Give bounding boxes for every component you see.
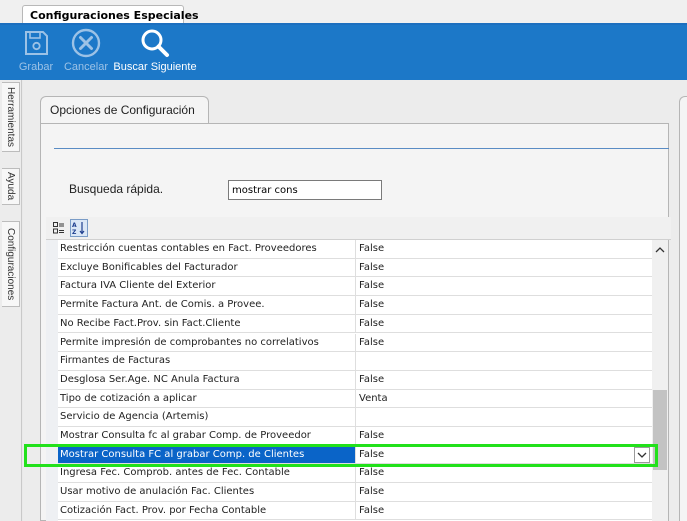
side-tab-herramientas[interactable]: Herramientas [2,82,20,152]
property-value-text: False [359,504,385,516]
property-value-text: False [359,261,385,273]
property-name: Permite Factura Ant. de Comis. a Provee. [58,296,356,314]
floppy-disk-icon [19,27,53,59]
selection-highlight-box [24,444,658,467]
property-name: Desglosa Ser.Age. NC Anula Factura [58,370,356,389]
divider [54,148,669,149]
property-name: Restricción cuentas contables en Fact. P… [58,240,356,258]
table-row[interactable]: Firmantes de Facturas [58,352,652,371]
property-name: Excluye Bonificables del Facturador [58,258,356,277]
side-tab-configuraciones[interactable]: Configuraciones [2,221,20,307]
table-row[interactable]: Permite Factura Ant. de Comis. a Provee.… [58,296,652,315]
scroll-up-icon[interactable] [655,246,665,254]
property-value[interactable]: False [356,502,652,520]
property-value[interactable] [356,352,652,370]
table-row[interactable]: Ingresa Fec. Comprob. antes de Fec. Cont… [58,464,652,484]
side-tab-bar: Herramientas Ayuda Configuraciones [0,80,22,521]
property-value-text: False [359,430,385,441]
table-row[interactable]: Factura IVA Cliente del Exterior False [58,277,652,297]
property-value[interactable]: False [356,427,652,445]
categorized-view-icon[interactable] [50,219,68,237]
property-name: Mostrar Consulta fc al grabar Comp. de P… [58,427,356,445]
property-name: Usar motivo de anulación Fac. Clientes [58,483,356,501]
tab-label: Configuraciones Especiales [30,8,199,22]
search-label: Busqueda rápida. [69,182,164,196]
buscar-siguiente-label: Buscar Siguiente [113,61,197,73]
property-value-text: False [359,317,385,329]
property-name: No Recibe Fact.Prov. sin Fact.Cliente [58,314,356,333]
property-grid: Restricción cuentas contables en Fact. P… [46,240,668,521]
table-row[interactable]: Mostrar Consulta fc al grabar Comp. de P… [58,427,652,446]
table-row[interactable]: Cotización Fact. Prov. por Fecha Contabl… [58,501,652,521]
property-value-text: False [359,467,385,479]
property-name: Factura IVA Cliente del Exterior [58,277,356,296]
property-value[interactable]: False [356,334,652,352]
side-tab-label: Ayuda [5,172,16,201]
property-value[interactable]: False [356,296,652,314]
buscar-siguiente-button[interactable]: Buscar Siguiente [112,25,198,80]
property-value-text: False [359,373,385,385]
ribbon-toolbar: Grabar Cancelar Buscar Siguiente [0,25,687,80]
property-name: Ingresa Fec. Comprob. antes de Fec. Cont… [58,464,356,483]
grabar-button[interactable]: Grabar [10,25,62,80]
side-tab-label: Herramientas [5,86,16,148]
magnifier-icon [138,27,172,59]
table-row[interactable]: Tipo de cotización a aplicar Venta [58,389,652,409]
property-name: Cotización Fact. Prov. por Fecha Contabl… [58,501,356,520]
busqueda-rapida-input[interactable] [228,180,382,200]
table-row[interactable]: Desglosa Ser.Age. NC Anula Factura False [58,370,652,390]
table-row[interactable]: Servicio de Agencia (Artemis) [58,408,652,427]
property-value[interactable]: Venta [356,390,652,408]
tab-configuraciones-especiales[interactable]: Configuraciones Especiales [22,5,199,24]
property-name: Firmantes de Facturas [58,352,356,370]
grid-scrollbar[interactable] [652,240,668,521]
table-row[interactable]: Restricción cuentas contables en Fact. P… [58,240,652,259]
property-value[interactable]: False [356,259,652,277]
svg-text:A: A [72,222,77,229]
property-value[interactable]: False [356,240,652,258]
property-value-text: False [359,243,385,254]
cancel-circle-icon [69,27,103,59]
property-name: Servicio de Agencia (Artemis) [58,408,356,426]
cancelar-label: Cancelar [63,61,109,73]
document-tab-strip: Configuraciones Especiales [0,0,687,25]
svg-text:Z: Z [72,229,77,235]
cancelar-button[interactable]: Cancelar [62,25,110,80]
property-value[interactable] [356,408,652,426]
property-value-text: False [359,486,385,498]
property-value[interactable]: False [356,277,652,295]
grabar-label: Grabar [18,61,54,73]
side-tab-ayuda[interactable]: Ayuda [2,168,20,205]
property-value-text: False [359,299,385,311]
property-value-text: Venta [359,392,388,404]
grid-gutter [46,240,58,521]
property-grid-toolbar: A Z [46,217,671,240]
property-value[interactable]: False [356,464,652,482]
tab-opciones-configuracion[interactable]: Opciones de Configuración [40,96,209,124]
property-value-text: False [359,280,385,292]
property-value[interactable]: False [356,371,652,389]
property-value-text: False [359,336,385,348]
table-row[interactable]: No Recibe Fact.Prov. sin Fact.Cliente Fal… [58,314,652,334]
table-row[interactable]: Excluye Bonificables del Facturador False [58,258,652,278]
sort-alphabetical-icon[interactable]: A Z [70,219,88,237]
property-value[interactable]: False [356,483,652,501]
table-row[interactable]: Usar motivo de anulación Fac. Clientes Fa… [58,483,652,502]
property-name: Tipo de cotización a aplicar [58,389,356,408]
property-value[interactable]: False [356,315,652,333]
property-name: Permite impresión de comprobantes no cor… [58,333,356,352]
adjacent-panel-edge [679,96,687,521]
side-tab-label: Configuraciones [5,227,16,301]
table-row[interactable]: Permite impresión de comprobantes no cor… [58,333,652,353]
